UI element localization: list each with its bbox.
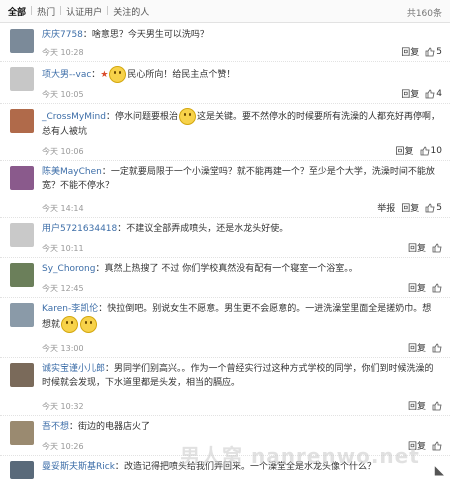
like-count: 5	[436, 202, 442, 213]
comment-text: 民心所向！给民主点个赞！	[127, 70, 236, 80]
comment-time: 今天 10:05	[42, 90, 84, 99]
comment-time: 今天 10:28	[42, 48, 84, 57]
like-count: 5	[436, 46, 442, 57]
tab-following[interactable]: 关注的人	[113, 5, 149, 18]
avatar[interactable]	[10, 109, 34, 133]
avatar[interactable]	[10, 29, 34, 53]
comment-item: 项大男--vac★ 民心所向！给民主点个赞！ 今天 10:05 回复 4	[0, 61, 450, 104]
reply-button[interactable]: 回复	[396, 144, 414, 157]
reply-button[interactable]: 回复	[408, 241, 426, 254]
comment-tabs: 全部 | 热门 | 认证用户 | 关注的人 共160条	[0, 0, 450, 23]
comment-username[interactable]: 项大男--vac	[42, 70, 100, 80]
tab-hot[interactable]: 热门	[37, 5, 55, 18]
comment-username[interactable]: 用户5721634418	[42, 224, 126, 234]
avatar[interactable]	[10, 166, 34, 190]
reply-button[interactable]: 回复	[408, 399, 426, 412]
report-button[interactable]: 举报	[377, 201, 395, 214]
watermark: 男人窝 nanrenwo.net	[180, 444, 420, 468]
avatar[interactable]	[10, 223, 34, 247]
reply-button[interactable]: 回复	[401, 201, 419, 214]
tab-separator: |	[30, 6, 34, 16]
comment-item: 陈美MayChen一定就要局限于一个小澡堂吗？就不能再建一个？至少是个大学，洗澡…	[0, 160, 450, 218]
comment-username[interactable]: Karen-李凯伦	[42, 304, 107, 314]
comment-username[interactable]: _CrossMyMind	[42, 112, 115, 122]
thumbs-up-icon	[432, 243, 442, 252]
like-button[interactable]	[432, 441, 442, 451]
comment-text: 街边的电器店火了	[78, 422, 151, 432]
reply-button[interactable]: 回复	[401, 45, 419, 58]
comment-time: 今天 10:32	[42, 402, 84, 411]
laugh-emoji-icon	[80, 316, 98, 333]
comment-time: 今天 12:45	[42, 284, 84, 293]
tab-all[interactable]: 全部	[8, 5, 26, 18]
comment-text: 停水问题要根治	[114, 112, 178, 122]
like-button[interactable]: 5	[425, 203, 442, 213]
tab-separator: |	[59, 6, 63, 16]
thumbs-up-icon	[432, 343, 442, 352]
thumbs-up-icon	[425, 47, 435, 56]
like-count: 10	[430, 145, 442, 156]
smile-emoji-icon	[109, 66, 127, 83]
tab-separator: |	[106, 6, 110, 16]
comment-username[interactable]: Sy_Chorong	[42, 264, 104, 274]
comment-time: 今天 10:26	[42, 442, 84, 451]
avatar[interactable]	[10, 263, 34, 287]
comment-text: 不建议全部弄成喷头，还是水龙头好使。	[126, 224, 289, 234]
comment-time: 今天 10:11	[42, 244, 84, 253]
thumbs-up-icon	[425, 203, 435, 212]
comment-total-count: 共160条	[406, 9, 442, 19]
reply-button[interactable]: 回复	[408, 341, 426, 354]
comment-item: Sy_Chorong真然上热搜了 不过 你们学校真然没有配有一个寝室一个浴室。。…	[0, 257, 450, 298]
laugh-emoji-icon	[61, 316, 79, 333]
like-button[interactable]: 4	[425, 89, 442, 99]
comment-username[interactable]: 庆庆7758	[42, 30, 92, 40]
like-button[interactable]	[432, 401, 442, 411]
thumbs-up-icon	[420, 146, 430, 155]
like-button[interactable]: 10	[420, 146, 442, 156]
comment-item: 诚实宝谨小儿郎男同学们别高兴。。作为一个曾经实行过这种方式学校的同学，你们到时候…	[0, 357, 450, 416]
grin-emoji-icon	[178, 108, 196, 125]
reply-button[interactable]: 回复	[401, 87, 419, 100]
comment-time: 今天 13:00	[42, 344, 84, 353]
thumbs-up-icon	[432, 441, 442, 450]
avatar[interactable]	[10, 303, 34, 327]
like-count: 4	[436, 88, 442, 99]
comment-item: 用户5721634418不建议全部弄成喷头，还是水龙头好使。 今天 10:11 …	[0, 217, 450, 258]
avatar[interactable]	[10, 363, 34, 387]
comment-time: 今天 10:06	[42, 147, 84, 156]
resize-cursor-icon: ◣	[434, 463, 444, 477]
like-button[interactable]	[432, 343, 442, 353]
reply-button[interactable]: 回复	[408, 281, 426, 294]
thumbs-up-icon	[432, 283, 442, 292]
avatar[interactable]	[10, 461, 34, 479]
thumbs-up-icon	[425, 89, 435, 98]
avatar[interactable]	[10, 421, 34, 445]
comment-item: Karen-李凯伦快拉倒吧。别说女生不愿意。男生更不会愿意的。一进洗澡堂里面全是…	[0, 297, 450, 358]
comment-item: 庆庆7758啥意思？今天男生可以洗吗？ 今天 10:28 回复 5	[0, 23, 450, 62]
comment-username[interactable]: 诚实宝谨小儿郎	[42, 364, 114, 374]
tab-verified[interactable]: 认证用户	[66, 5, 102, 18]
comment-username[interactable]: 陈美MayChen	[42, 167, 111, 177]
like-button[interactable]: 5	[425, 47, 442, 57]
comment-time: 今天 14:14	[42, 204, 84, 213]
avatar[interactable]	[10, 67, 34, 91]
comment-username[interactable]: 吾不想	[42, 422, 78, 432]
crown-icon: ★	[100, 70, 109, 80]
comment-username[interactable]: 曼妥斯夫斯基Rick	[42, 462, 124, 472]
thumbs-up-icon	[432, 401, 442, 410]
like-button[interactable]	[432, 283, 442, 293]
like-button[interactable]	[432, 243, 442, 253]
comment-item: _CrossMyMind停水问题要根治这是关键。要不然停水的时候要所有洗澡的人都…	[0, 103, 450, 161]
comment-text: 啥意思？今天男生可以洗吗？	[91, 30, 209, 40]
comment-text: 真然上热搜了 不过 你们学校真然没有配有一个寝室一个浴室。。	[104, 264, 358, 274]
